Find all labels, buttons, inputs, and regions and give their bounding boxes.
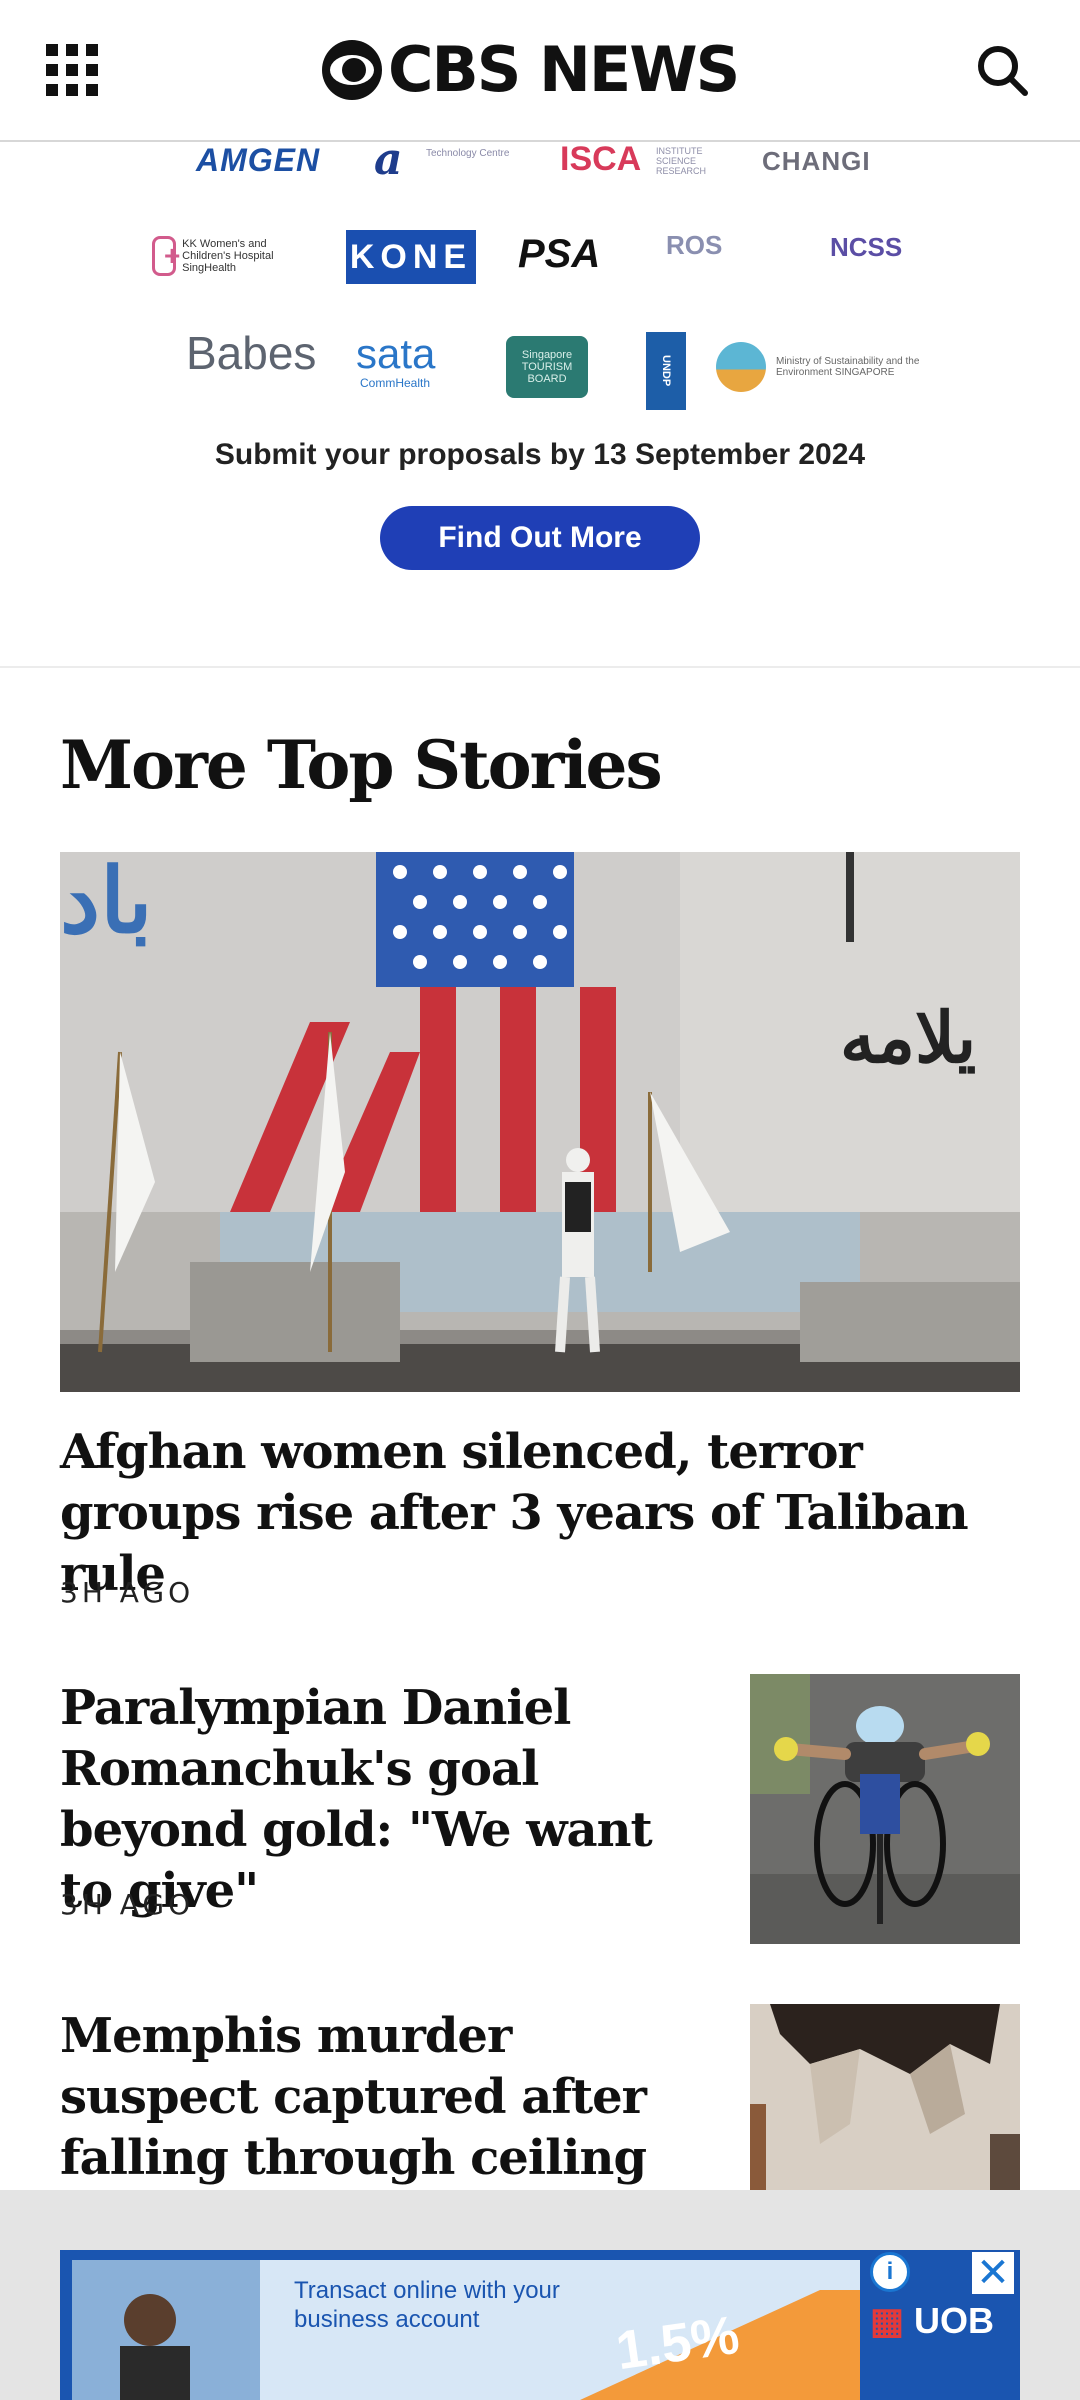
story-image-afghan[interactable]: باد يلامه <box>60 852 1020 1392</box>
sponsor-logo-amgen: AMGEN <box>196 142 321 178</box>
kk-hospital-name: KK Women's and Children's Hospital SingH… <box>182 238 274 274</box>
story-timestamp: 3H AGO <box>60 1576 195 1609</box>
sponsor-advertisement[interactable]: AMGEN a Technology Centre ISCA INSTITUTE… <box>0 134 1080 668</box>
sponsor-logo-babes: Babes <box>186 327 317 379</box>
sponsor-logo-changi: CHANGI <box>762 146 871 176</box>
sponsor-logo-undp: UNDP <box>646 332 686 410</box>
search-icon[interactable] <box>974 42 1030 98</box>
banner-copy-line1: Transact online with your <box>294 2277 560 2304</box>
sponsor-logo-psa: PSA <box>518 232 601 276</box>
wheelchair-racer-illustration <box>750 1674 1020 1944</box>
uob-brand-text: UOB <box>914 2300 995 2341</box>
kk-hospital-icon <box>152 236 181 276</box>
story-headline[interactable]: Memphis murder suspect captured after fa… <box>60 2006 710 2189</box>
story-timestamp: 3H AGO <box>60 1888 195 1921</box>
banner-copy: Transact online with your business accou… <box>294 2276 560 2334</box>
uob-mark-icon: ▦ <box>870 2300 905 2341</box>
story-headline[interactable]: Paralympian Daniel Romanchuk's goal beyo… <box>60 1678 700 1922</box>
banner-copy-line2: business account <box>294 2306 480 2333</box>
cbs-news-logo[interactable]: CBS NEWS <box>322 30 740 110</box>
sponsor-logo-mse: Ministry of Sustainability and the Envir… <box>716 342 936 392</box>
section-title: More Top Stories <box>60 726 663 804</box>
mse-emblem-icon <box>716 342 766 392</box>
logo-text: CBS NEWS <box>388 33 740 106</box>
mse-name: Ministry of Sustainability and the Envir… <box>776 356 920 378</box>
sponsor-logo-kk-hospital: KK Women's and Children's Hospital SingH… <box>152 232 308 280</box>
sponsor-logo-tourism-board: Singapore TOURISM BOARD <box>506 336 588 398</box>
story-thumbnail-paralympian[interactable] <box>750 1674 1020 1944</box>
sponsor-logo-isca: ISCA <box>560 140 642 178</box>
close-icon[interactable]: ✕ <box>972 2251 1014 2295</box>
broken-ceiling-illustration <box>750 2004 1020 2190</box>
cbs-eye-icon <box>322 40 382 100</box>
sponsor-logo-a-caption: Technology Centre <box>426 148 510 159</box>
sponsor-logo-sata-caption: CommHealth <box>360 376 431 390</box>
uob-logo: ▦ UOB <box>870 2300 994 2342</box>
sponsor-logo-ncss: NCSS <box>830 232 903 262</box>
grid-menu-icon[interactable] <box>46 44 98 96</box>
sponsor-logo-ros: ROS <box>666 230 723 260</box>
top-bar: CBS NEWS <box>0 0 1080 142</box>
story-headline[interactable]: Afghan women silenced, terror groups ris… <box>60 1422 1020 1605</box>
svg-text:يلامه: يلامه <box>840 996 976 1079</box>
sponsor-logo-isca-caption: INSTITUTE SCIENCE RESEARCH <box>656 146 707 176</box>
sponsor-logo-kone: KONE <box>346 230 476 284</box>
info-icon[interactable]: i <box>870 2252 910 2292</box>
find-out-more-button[interactable]: Find Out More <box>380 506 700 570</box>
bottom-advertisement: Transact online with your business accou… <box>0 2190 1080 2400</box>
svg-text:باد: باد <box>60 852 153 954</box>
afghan-mural-illustration: باد يلامه <box>60 852 1020 1392</box>
undp-label: UNDP <box>660 355 672 387</box>
story-thumbnail-memphis[interactable] <box>750 2004 1020 2190</box>
ad-deadline-text: Submit your proposals by 13 September 20… <box>214 438 866 471</box>
sponsor-logo-sata: sata <box>356 330 436 377</box>
